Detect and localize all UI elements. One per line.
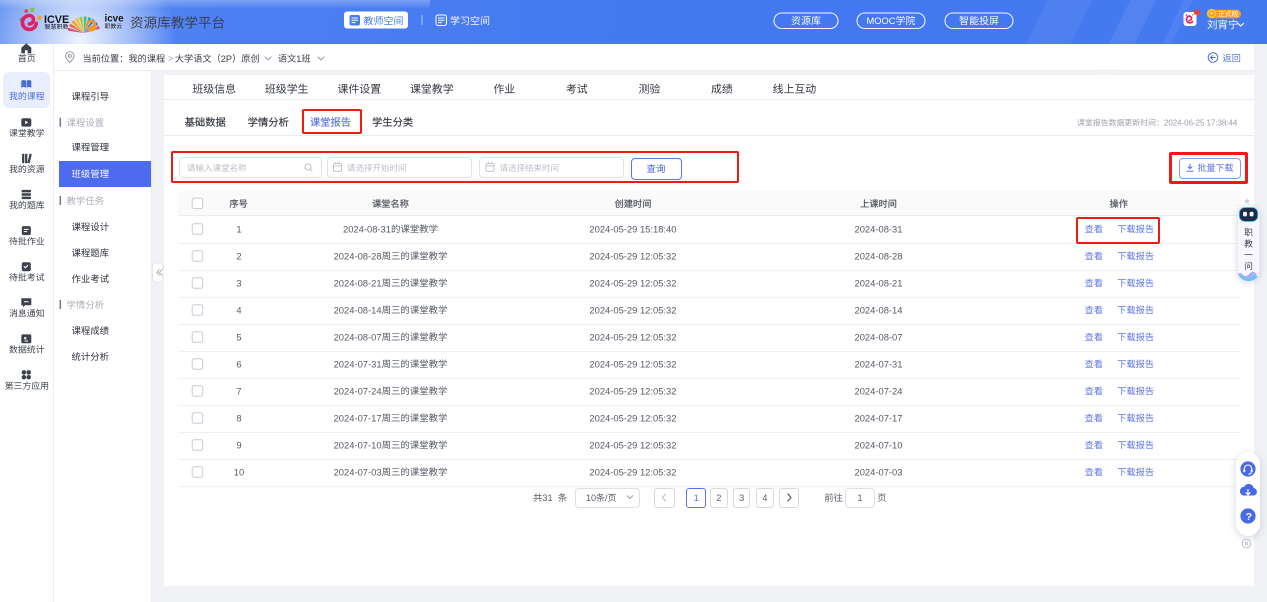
svg-text:2: 2 bbox=[236, 250, 241, 261]
svg-text:/: / bbox=[605, 493, 608, 503]
svg-text:2024-08-21: 2024-08-21 bbox=[855, 277, 903, 288]
svg-text:icve: icve bbox=[105, 14, 125, 25]
svg-text:2P: 2P bbox=[221, 54, 232, 64]
svg-text:9: 9 bbox=[236, 439, 241, 450]
svg-text:1: 1 bbox=[694, 493, 699, 503]
svg-text:2024-08-31: 2024-08-31 bbox=[343, 223, 391, 234]
svg-text:1: 1 bbox=[236, 223, 241, 234]
svg-text:2024-07-24: 2024-07-24 bbox=[334, 385, 382, 396]
svg-text:2024-08-31: 2024-08-31 bbox=[855, 223, 903, 234]
svg-text:2024-08-07: 2024-08-07 bbox=[334, 331, 382, 342]
svg-text:4: 4 bbox=[762, 493, 767, 503]
svg-text:2024-05-29 12:05:32: 2024-05-29 12:05:32 bbox=[589, 304, 676, 315]
svg-text:2024-08-07: 2024-08-07 bbox=[855, 331, 903, 342]
svg-text:2024-07-03: 2024-07-03 bbox=[334, 466, 382, 477]
svg-text:7: 7 bbox=[236, 385, 241, 396]
svg-text:3: 3 bbox=[739, 493, 744, 503]
svg-text:>: > bbox=[168, 53, 173, 63]
svg-text:10: 10 bbox=[234, 466, 244, 477]
svg-text:2024-07-17: 2024-07-17 bbox=[855, 412, 903, 423]
svg-text:2024-05-29 12:05:32: 2024-05-29 12:05:32 bbox=[589, 331, 676, 342]
svg-text:2024-05-29 12:05:32: 2024-05-29 12:05:32 bbox=[589, 358, 676, 369]
svg-text:3: 3 bbox=[236, 277, 241, 288]
svg-text:2024-05-29 12:05:32: 2024-05-29 12:05:32 bbox=[589, 412, 676, 423]
svg-text:6: 6 bbox=[236, 358, 241, 369]
svg-text:2024-07-17: 2024-07-17 bbox=[334, 412, 382, 423]
svg-text:2024-07-31: 2024-07-31 bbox=[855, 358, 903, 369]
svg-text:2024-06-25 17:38:44: 2024-06-25 17:38:44 bbox=[1164, 119, 1238, 128]
svg-text:2024-05-29 12:05:32: 2024-05-29 12:05:32 bbox=[589, 250, 676, 261]
svg-text:2024-07-03: 2024-07-03 bbox=[855, 466, 903, 477]
svg-text:2024-07-10: 2024-07-10 bbox=[855, 439, 903, 450]
svg-text:MOOC: MOOC bbox=[867, 16, 896, 26]
svg-text:2024-08-21: 2024-08-21 bbox=[334, 277, 382, 288]
svg-text:5: 5 bbox=[236, 331, 241, 342]
svg-text:2024-08-14: 2024-08-14 bbox=[855, 304, 903, 315]
svg-text:1: 1 bbox=[296, 54, 301, 64]
svg-text:2024-05-29 12:05:32: 2024-05-29 12:05:32 bbox=[589, 439, 676, 450]
svg-text:31: 31 bbox=[542, 493, 552, 503]
svg-text:4: 4 bbox=[236, 304, 241, 315]
svg-text:2024-05-29 15:18:40: 2024-05-29 15:18:40 bbox=[589, 223, 676, 234]
svg-text:2024-08-28: 2024-08-28 bbox=[855, 250, 903, 261]
svg-text:8: 8 bbox=[236, 412, 241, 423]
svg-text:10: 10 bbox=[586, 493, 596, 503]
svg-text:?: ? bbox=[1246, 511, 1252, 523]
svg-text:2024-05-29 12:05:32: 2024-05-29 12:05:32 bbox=[589, 385, 676, 396]
svg-text:1: 1 bbox=[857, 493, 862, 503]
svg-text:2024-05-29 12:05:32: 2024-05-29 12:05:32 bbox=[589, 466, 676, 477]
svg-text:2024-08-28: 2024-08-28 bbox=[334, 250, 382, 261]
svg-text:2024-07-24: 2024-07-24 bbox=[855, 385, 903, 396]
svg-text:2024-07-10: 2024-07-10 bbox=[334, 439, 382, 450]
svg-text:2024-05-29 12:05:32: 2024-05-29 12:05:32 bbox=[589, 277, 676, 288]
svg-text:2024-07-31: 2024-07-31 bbox=[334, 358, 382, 369]
svg-text:2024-08-14: 2024-08-14 bbox=[334, 304, 382, 315]
svg-text:2: 2 bbox=[716, 493, 721, 503]
